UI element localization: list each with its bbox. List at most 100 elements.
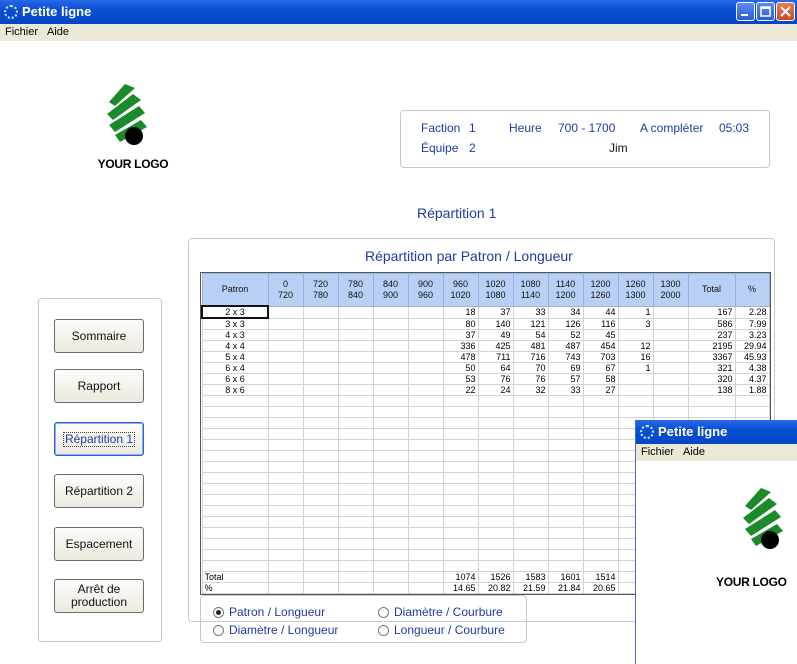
table-cell[interactable] <box>477 505 514 517</box>
table-cell[interactable] <box>267 560 304 572</box>
table-cell[interactable] <box>372 505 409 517</box>
table-cell[interactable] <box>267 417 304 429</box>
table-cell[interactable] <box>302 582 339 594</box>
table-cell[interactable] <box>302 571 339 583</box>
table-cell[interactable] <box>407 461 444 473</box>
table-cell[interactable] <box>582 549 619 561</box>
table-cell[interactable] <box>337 527 374 539</box>
table-cell[interactable] <box>372 516 409 528</box>
table-cell[interactable] <box>302 494 339 506</box>
table-cell[interactable] <box>512 505 549 517</box>
table-cell[interactable] <box>442 483 479 495</box>
table-cell[interactable] <box>582 395 619 407</box>
table-cell[interactable] <box>582 560 619 572</box>
table-cell[interactable] <box>337 329 374 341</box>
table-cell[interactable] <box>372 406 409 418</box>
table-cell[interactable]: 20.82 <box>477 582 514 594</box>
table-cell[interactable] <box>547 450 584 462</box>
table-cell[interactable] <box>372 362 409 374</box>
table-cell[interactable] <box>477 406 514 418</box>
table-cell[interactable]: 138 <box>687 384 736 396</box>
table-cell[interactable] <box>547 472 584 484</box>
table-cell[interactable] <box>337 428 374 440</box>
table-cell[interactable] <box>302 373 339 385</box>
table-cell[interactable] <box>372 373 409 385</box>
table-cell[interactable] <box>372 472 409 484</box>
table-cell[interactable]: 53 <box>442 373 479 385</box>
table-cell[interactable]: 21.59 <box>512 582 549 594</box>
table-cell[interactable] <box>652 305 689 319</box>
table-cell[interactable] <box>477 395 514 407</box>
table-cell[interactable] <box>407 582 444 594</box>
table-cell[interactable] <box>267 494 304 506</box>
table-cell[interactable] <box>652 373 689 385</box>
radio-diametre-courbure[interactable]: Diamètre / Courbure <box>378 605 503 619</box>
table-cell[interactable] <box>442 417 479 429</box>
table-cell[interactable] <box>267 362 304 374</box>
table-cell[interactable]: 7.99 <box>734 317 770 330</box>
table-cell[interactable] <box>547 439 584 451</box>
table-cell[interactable] <box>267 395 304 407</box>
table-cell[interactable] <box>512 549 549 561</box>
table-cell[interactable] <box>652 351 689 363</box>
nav-espacement-button[interactable]: Espacement <box>54 527 144 561</box>
table-cell[interactable] <box>477 450 514 462</box>
table-cell[interactable] <box>337 305 374 319</box>
table-cell[interactable]: 50 <box>442 362 479 374</box>
table-cell[interactable] <box>337 582 374 594</box>
table-cell[interactable] <box>547 461 584 473</box>
table-row[interactable]: 4 x 3 37 49 54 52 45 237 3.23 <box>201 329 770 341</box>
table-cell[interactable]: 586 <box>687 317 736 330</box>
row-label-cell[interactable] <box>201 549 269 561</box>
table-cell[interactable] <box>267 527 304 539</box>
table-cell[interactable]: 3.23 <box>734 329 770 341</box>
table-cell[interactable] <box>407 362 444 374</box>
table-cell[interactable]: 52 <box>547 329 584 341</box>
secondary-window[interactable]: Petite ligne Fichier Aide YOUR LOGO <box>636 420 797 664</box>
table-cell[interactable] <box>302 472 339 484</box>
table-cell[interactable] <box>407 373 444 385</box>
table-cell[interactable]: 237 <box>687 329 736 341</box>
table-cell[interactable] <box>337 439 374 451</box>
table-cell[interactable]: 167 <box>687 305 736 319</box>
table-cell[interactable] <box>302 450 339 462</box>
table-cell[interactable] <box>407 439 444 451</box>
table-cell[interactable]: 32 <box>512 384 549 396</box>
table-cell[interactable] <box>477 538 514 550</box>
table-cell[interactable]: 2.28 <box>734 305 770 319</box>
table-cell[interactable] <box>617 395 654 407</box>
table-cell[interactable] <box>442 516 479 528</box>
table-cell[interactable] <box>267 305 304 319</box>
table-cell[interactable] <box>652 406 689 418</box>
table-cell[interactable] <box>407 428 444 440</box>
table-cell[interactable] <box>302 305 339 319</box>
table-cell[interactable] <box>267 505 304 517</box>
table-cell[interactable] <box>687 406 736 418</box>
table-cell[interactable]: 487 <box>547 340 584 352</box>
table-cell[interactable] <box>302 351 339 363</box>
table-cell[interactable]: 1583 <box>512 571 549 583</box>
table-cell[interactable] <box>302 406 339 418</box>
row-label-cell[interactable] <box>201 560 269 572</box>
table-cell[interactable]: 336 <box>442 340 479 352</box>
table-cell[interactable] <box>582 439 619 451</box>
table-cell[interactable] <box>734 395 770 407</box>
table-cell[interactable] <box>547 483 584 495</box>
row-label-cell[interactable] <box>201 439 269 451</box>
table-cell[interactable] <box>442 450 479 462</box>
row-label-cell[interactable] <box>201 417 269 429</box>
table-cell[interactable] <box>512 395 549 407</box>
table-cell[interactable] <box>302 560 339 572</box>
empty-table-row[interactable] <box>201 395 770 407</box>
table-cell[interactable] <box>372 582 409 594</box>
table-row[interactable]: 3 x 3 80 140 121 126 116 3 586 7.99 <box>201 317 770 330</box>
table-cell[interactable]: 1601 <box>547 571 584 583</box>
table-cell[interactable] <box>582 428 619 440</box>
table-cell[interactable] <box>407 560 444 572</box>
menu-fichier[interactable]: Fichier <box>636 444 678 458</box>
table-cell[interactable] <box>617 373 654 385</box>
table-cell[interactable] <box>477 483 514 495</box>
table-cell[interactable] <box>547 505 584 517</box>
minimize-button[interactable] <box>736 2 755 21</box>
table-cell[interactable] <box>547 560 584 572</box>
